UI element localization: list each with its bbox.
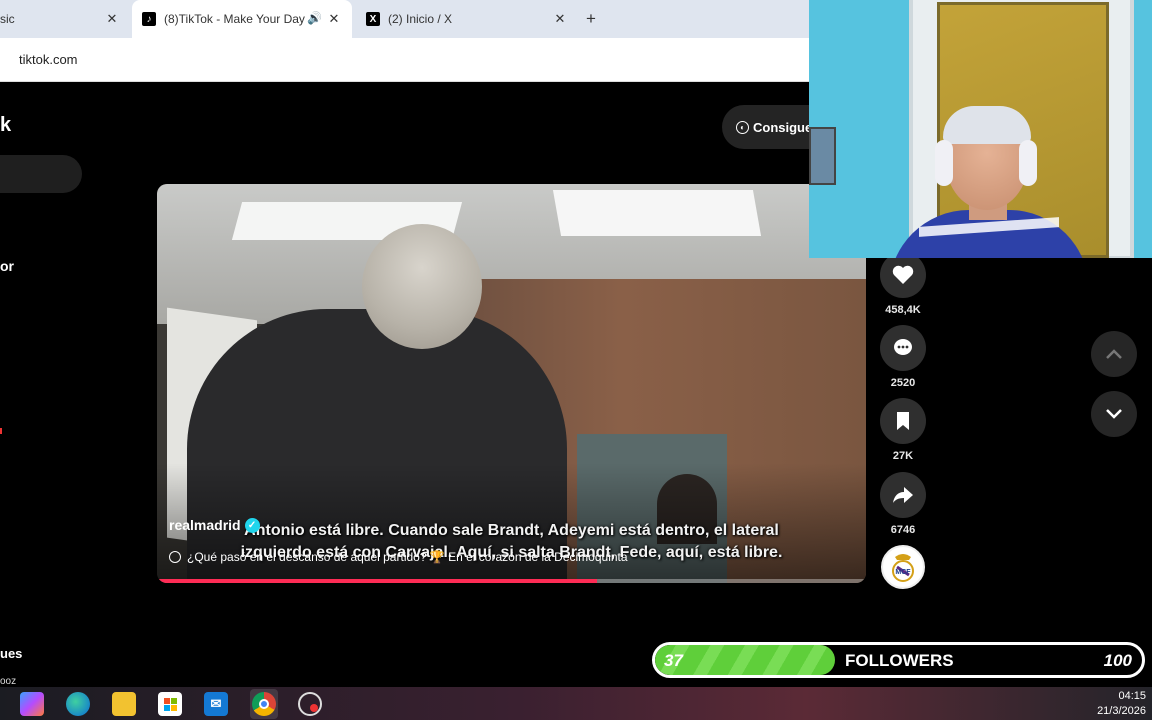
- sidebar-item-partial[interactable]: or: [0, 258, 14, 274]
- coach-head: [362, 224, 482, 349]
- chevron-up-icon: [1106, 349, 1122, 359]
- video-player[interactable]: Antonio está libre. Cuando sale Brandt, …: [157, 184, 866, 583]
- goal-current: 37: [664, 651, 683, 670]
- previous-video-button[interactable]: [1091, 331, 1137, 377]
- verified-icon: ✓: [244, 517, 260, 533]
- close-icon[interactable]: ✕: [104, 11, 120, 27]
- clock-date: 21/3/2026: [1097, 705, 1146, 717]
- comment-count: 2520: [890, 377, 916, 389]
- crest-icon: MCF: [892, 554, 914, 582]
- edge-icon[interactable]: [66, 692, 90, 716]
- tab-label: sic: [0, 12, 15, 26]
- chevron-down-icon: [1106, 409, 1122, 419]
- chrome-icon[interactable]: [252, 692, 276, 716]
- copilot-icon[interactable]: [20, 692, 44, 716]
- video-description[interactable]: ¿Qué pasó en el descanso de aquel partid…: [169, 550, 628, 564]
- url-text[interactable]: tiktok.com: [19, 52, 78, 67]
- music-text: ¿Qué pasó en el descanso de aquel partid…: [187, 550, 628, 564]
- webcam-overlay: [809, 0, 1152, 258]
- system-clock[interactable]: 04:15 21/3/2026: [1097, 689, 1146, 719]
- search-input[interactable]: [0, 155, 82, 193]
- headphone-left: [935, 140, 953, 186]
- save-action[interactable]: 27K: [880, 398, 926, 462]
- goal-label: FOLLOWERS: [845, 651, 954, 670]
- video-author[interactable]: realmadrid ✓: [169, 517, 260, 533]
- tab-partial[interactable]: sic ✕: [0, 0, 130, 38]
- comment-icon[interactable]: [880, 325, 926, 371]
- progress-fill: [157, 579, 597, 583]
- heart-icon[interactable]: [880, 252, 926, 298]
- app-icon: ◐: [736, 120, 749, 134]
- file-explorer-icon[interactable]: [112, 692, 136, 716]
- notification-dot: [0, 428, 2, 434]
- tab-x[interactable]: X (2) Inicio / X ✕: [356, 0, 578, 38]
- author-avatar[interactable]: MCF: [881, 545, 925, 589]
- headphone-right: [1019, 140, 1037, 186]
- tab-label: (8)TikTok - Make Your Day: [164, 12, 305, 26]
- share-action[interactable]: 6746: [880, 472, 926, 536]
- tab-label: (2) Inicio / X: [388, 12, 453, 26]
- close-icon[interactable]: ✕: [552, 11, 568, 27]
- next-video-button[interactable]: [1091, 391, 1137, 437]
- video-progress-bar[interactable]: [157, 579, 866, 583]
- save-count: 27K: [892, 450, 914, 462]
- get-app-label: Consigue: [753, 119, 813, 135]
- taskbar: ✉ 04:15 21/3/2026: [0, 687, 1152, 720]
- share-count: 6746: [890, 524, 916, 536]
- address-bar[interactable]: tiktok.com: [0, 38, 810, 82]
- tiktok-favicon-icon: ♪: [142, 12, 156, 26]
- store-icon[interactable]: [158, 692, 182, 716]
- bookmark-icon[interactable]: [880, 398, 926, 444]
- tab-tiktok[interactable]: ♪ (8)TikTok - Make Your Day 🔊 ✕: [132, 0, 352, 38]
- screen: sic ✕ ♪ (8)TikTok - Make Your Day 🔊 ✕ X …: [0, 0, 1152, 720]
- ceiling-light: [552, 190, 762, 236]
- wall-picture: [809, 127, 836, 185]
- subtitle-line: Antonio está libre. Cuando sale Brandt, …: [244, 522, 779, 539]
- x-favicon-icon: X: [366, 12, 380, 26]
- like-action[interactable]: 458,4K: [880, 252, 926, 316]
- music-icon: [169, 551, 181, 563]
- svg-text:MCF: MCF: [895, 569, 911, 576]
- speaker-icon[interactable]: 🔊: [307, 11, 322, 25]
- close-icon[interactable]: ✕: [326, 11, 342, 27]
- tiktok-logo[interactable]: k: [0, 114, 11, 137]
- tab-strip: sic ✕ ♪ (8)TikTok - Make Your Day 🔊 ✕ X …: [0, 0, 810, 38]
- goal-target: 100: [1103, 651, 1132, 670]
- comment-action[interactable]: 2520: [880, 325, 926, 389]
- like-count: 458,4K: [885, 304, 921, 316]
- streamer-cap: [943, 106, 1031, 144]
- share-icon[interactable]: [880, 472, 926, 518]
- username[interactable]: realmadrid: [169, 517, 241, 533]
- mail-icon[interactable]: ✉: [204, 692, 228, 716]
- new-tab-button[interactable]: +: [586, 9, 596, 29]
- sidebar-item-partial[interactable]: ues: [0, 646, 22, 661]
- sidebar-item-partial: ooz: [0, 676, 17, 687]
- followers-goal-widget: 37 FOLLOWERS 100: [652, 642, 1145, 678]
- clock-time: 04:15: [1118, 690, 1146, 702]
- recorder-icon[interactable]: [298, 692, 322, 716]
